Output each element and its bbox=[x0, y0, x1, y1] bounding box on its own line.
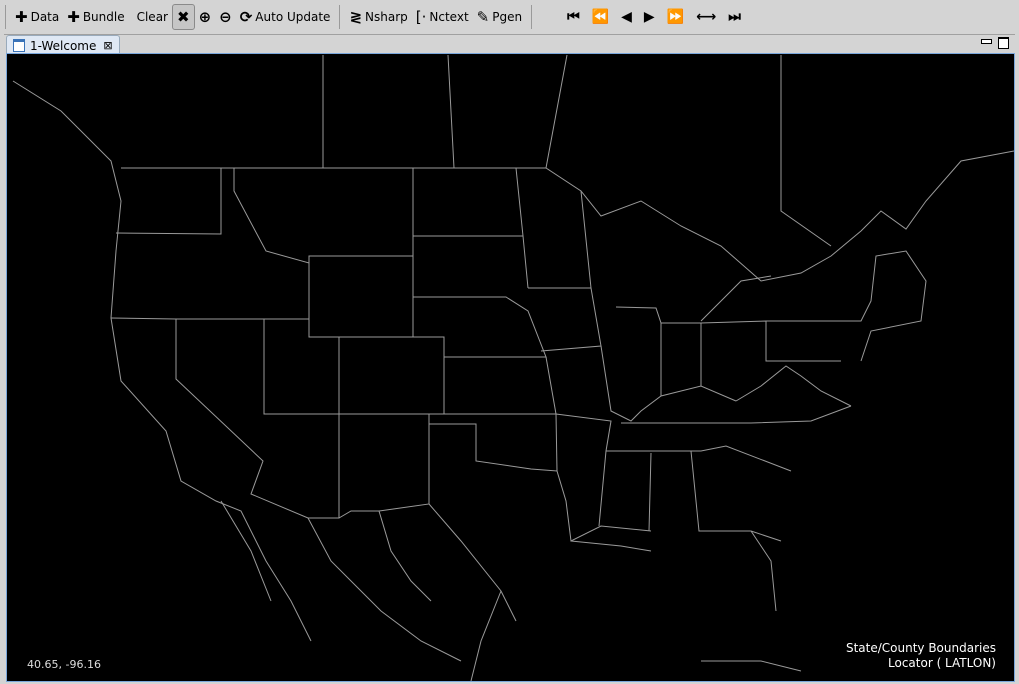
nctext-icon: [· bbox=[415, 8, 427, 26]
step-back-icon[interactable]: ⏪ bbox=[592, 9, 609, 25]
step-forward-icon[interactable]: ⏩ bbox=[667, 9, 684, 25]
minimize-icon[interactable] bbox=[981, 39, 992, 44]
add-data-button[interactable]: ✚ Data bbox=[11, 5, 63, 29]
zoom-in-icon: ⊕ bbox=[198, 8, 212, 26]
window-icon bbox=[13, 39, 25, 52]
nsharp-button[interactable]: ≷ Nsharp bbox=[345, 5, 411, 29]
editor-tab-bar: 1-Welcome ⊠ bbox=[4, 34, 1015, 55]
plus-icon: ✚ bbox=[15, 8, 28, 26]
boundaries-layer bbox=[12, 54, 1014, 681]
cursor-coordinates: 40.65, -96.16 bbox=[27, 658, 101, 671]
map-legend: State/County Boundaries Locator ( LATLON… bbox=[846, 641, 996, 671]
zoom-extent-button[interactable]: ✖ bbox=[171, 4, 195, 30]
previous-frame-icon[interactable]: ◀ bbox=[621, 9, 632, 25]
main-toolbar: ✚ Data ✚ Bundle Clear ✖ ⊕ ⊖ ⟳ Auto Update ≷… bbox=[0, 0, 1019, 34]
nsharp-icon: ≷ bbox=[349, 8, 363, 26]
zoom-in-button[interactable]: ⊕ bbox=[195, 5, 216, 29]
nctext-button[interactable]: [· Nctext bbox=[412, 5, 473, 29]
legend-item[interactable]: State/County Boundaries bbox=[846, 641, 996, 656]
nctext-label: Nctext bbox=[429, 10, 469, 24]
toolbar-separator bbox=[531, 5, 533, 29]
refresh-icon: ⟳ bbox=[239, 8, 253, 26]
window-controls bbox=[981, 37, 1009, 49]
add-bundle-button[interactable]: ✚ Bundle bbox=[63, 5, 128, 29]
tab-label: 1-Welcome bbox=[30, 38, 97, 53]
tab-1-welcome[interactable]: 1-Welcome ⊠ bbox=[6, 35, 120, 55]
zoom-out-button[interactable]: ⊖ bbox=[215, 5, 236, 29]
toolbar-separator bbox=[339, 5, 341, 29]
next-frame-icon[interactable]: ▶ bbox=[644, 9, 655, 25]
pencil-icon: ✎ bbox=[476, 8, 490, 26]
pgen-label: Pgen bbox=[492, 10, 523, 24]
plus-icon: ✚ bbox=[67, 8, 80, 26]
nsharp-label: Nsharp bbox=[365, 10, 408, 24]
toolbar-separator bbox=[5, 5, 6, 29]
pgen-button[interactable]: ✎ Pgen bbox=[473, 5, 526, 29]
zoom-out-icon: ⊖ bbox=[219, 8, 232, 26]
first-frame-icon[interactable]: ⏮ bbox=[567, 9, 580, 25]
maximize-icon[interactable] bbox=[998, 37, 1009, 49]
data-label: Data bbox=[30, 10, 60, 24]
rock-loop-icon[interactable]: ⟷ bbox=[696, 9, 716, 25]
bundle-label: Bundle bbox=[82, 10, 125, 24]
clear-button[interactable]: Clear bbox=[133, 5, 172, 29]
clear-label: Clear bbox=[136, 10, 168, 24]
map-display[interactable]: 40.65, -96.16 State/County Boundaries Lo… bbox=[6, 53, 1015, 682]
auto-update-button[interactable]: ⟳ Auto Update bbox=[236, 5, 335, 29]
auto-update-label: Auto Update bbox=[255, 10, 331, 24]
expand-arrows-icon: ✖ bbox=[176, 8, 190, 26]
last-frame-icon[interactable]: ⏭ bbox=[728, 9, 741, 25]
legend-item[interactable]: Locator ( LATLON) bbox=[846, 656, 996, 671]
close-tab-icon[interactable]: ⊠ bbox=[103, 39, 112, 52]
